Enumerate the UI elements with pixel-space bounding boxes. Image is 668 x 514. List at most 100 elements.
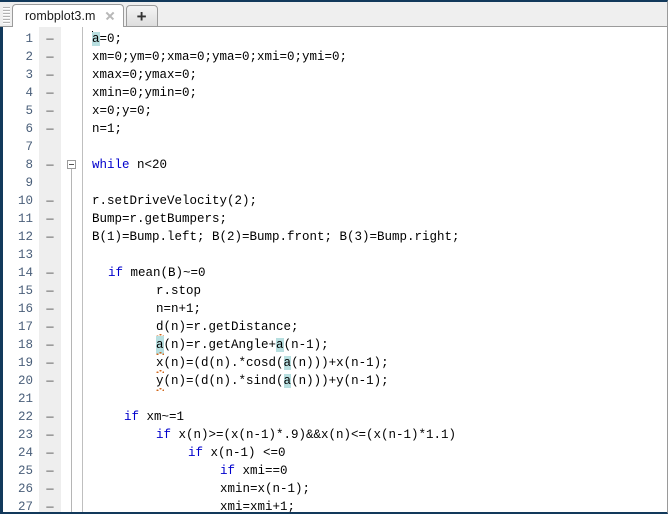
- code-line[interactable]: while n<20: [92, 156, 667, 174]
- code-editor[interactable]: 1 2 3 4 5 6 7 8 9 10 11 12 13 14 15 16 17 18 19 20 21 22 23 24 2…: [0, 27, 667, 514]
- line-number: 24: [17, 446, 33, 460]
- executable-line-marker[interactable]: —: [39, 354, 61, 372]
- executable-line-marker[interactable]: —: [39, 228, 61, 246]
- line-number: 14: [17, 266, 33, 280]
- executable-line-marker[interactable]: [39, 138, 61, 156]
- line-number: 18: [17, 338, 33, 352]
- line-number: 25: [17, 464, 33, 478]
- executable-line-marker[interactable]: —: [39, 282, 61, 300]
- code-text-area[interactable]: a=0; xm=0;ym=0;xma=0;yma=0;xmi=0;ymi=0; xm…: [83, 27, 667, 512]
- executable-line-marker[interactable]: —: [39, 300, 61, 318]
- code-line[interactable]: a(n)=r.getAngle+a(n-1);: [92, 336, 667, 355]
- code-line[interactable]: n=n+1;: [92, 300, 667, 318]
- code-line[interactable]: r.setDriveVelocity(2);: [92, 192, 667, 210]
- line-number: 27: [17, 500, 33, 514]
- executable-line-marker[interactable]: —: [39, 480, 61, 498]
- close-icon[interactable]: [104, 10, 116, 22]
- code-line[interactable]: x(n)=(d(n).*cosd(a(n)))+x(n-1);: [92, 354, 667, 373]
- executable-line-marker[interactable]: —: [39, 210, 61, 228]
- fold-slot: [61, 84, 82, 102]
- code-line[interactable]: if mean(B)~=0: [92, 264, 667, 282]
- line-number: 8: [25, 158, 33, 172]
- drag-grip-icon[interactable]: [1, 4, 12, 26]
- executable-line-marker[interactable]: —: [39, 444, 61, 462]
- code-line[interactable]: xmi=xmi+1;: [92, 498, 667, 512]
- line-number: 22: [17, 410, 33, 424]
- code-line[interactable]: [92, 246, 667, 264]
- code-line[interactable]: B(1)=Bump.left; B(2)=Bump.front; B(3)=Bu…: [92, 228, 667, 246]
- code-line[interactable]: if x(n)>=(x(n-1)*.9)&&x(n)<=(x(n-1)*1.1): [92, 426, 667, 444]
- line-number: 2: [25, 50, 33, 64]
- executable-line-marker[interactable]: —: [39, 498, 61, 512]
- plus-icon: +: [136, 6, 147, 26]
- code-line[interactable]: xmin=0;ymin=0;: [92, 84, 667, 102]
- line-number: 10: [17, 194, 33, 208]
- fold-slot: [61, 66, 82, 84]
- line-number: 6: [25, 122, 33, 136]
- line-number: 23: [17, 428, 33, 442]
- code-line[interactable]: [92, 390, 667, 408]
- line-number: 19: [17, 356, 33, 370]
- line-number: 5: [25, 104, 33, 118]
- executable-line-marker[interactable]: —: [39, 462, 61, 480]
- code-line[interactable]: [92, 138, 667, 156]
- new-tab-button[interactable]: +: [125, 5, 158, 26]
- code-line[interactable]: Bump=r.getBumpers;: [92, 210, 667, 228]
- line-number: 16: [17, 302, 33, 316]
- line-number: 11: [17, 212, 33, 226]
- matlab-editor-window: rombplot3.m + 1 2 3 4 5 6 7 8 9 10 11 12 13 14 15 16 17 1…: [0, 0, 668, 514]
- executable-line-marker[interactable]: —: [39, 30, 61, 48]
- line-number: 15: [17, 284, 33, 298]
- line-number: 13: [17, 248, 33, 262]
- executable-line-marker[interactable]: [39, 390, 61, 408]
- line-number: 26: [17, 482, 33, 496]
- executable-line-marker[interactable]: —: [39, 48, 61, 66]
- code-line[interactable]: d(n)=r.getDistance;: [92, 318, 667, 337]
- code-line[interactable]: r.stop: [92, 282, 667, 300]
- line-number: 4: [25, 86, 33, 100]
- executable-line-marker[interactable]: —: [39, 102, 61, 120]
- code-line[interactable]: if x(n-1) <=0: [92, 444, 667, 462]
- executable-line-marker[interactable]: —: [39, 336, 61, 354]
- code-line[interactable]: xmin=x(n-1);: [92, 480, 667, 498]
- executable-line-marker[interactable]: —: [39, 66, 61, 84]
- line-number: 3: [25, 68, 33, 82]
- tab-strip-filler: [158, 25, 667, 26]
- fold-slot: [61, 48, 82, 66]
- line-number-gutter: 1 2 3 4 5 6 7 8 9 10 11 12 13 14 15 16 17 18 19 20 21 22 23 24 2…: [3, 27, 39, 514]
- executable-line-marker[interactable]: —: [39, 426, 61, 444]
- code-line[interactable]: x=0;y=0;: [92, 102, 667, 120]
- fold-slot: [61, 30, 82, 48]
- code-line[interactable]: xm=0;ym=0;xma=0;yma=0;xmi=0;ymi=0;: [92, 48, 667, 66]
- fold-slot: [61, 138, 82, 156]
- executable-line-marker[interactable]: —: [39, 156, 61, 174]
- editor-tab-rombplot3[interactable]: rombplot3.m: [12, 4, 124, 27]
- code-line[interactable]: a=0;: [92, 30, 667, 48]
- executable-line-marker[interactable]: [39, 174, 61, 192]
- editor-tab-label: rombplot3.m: [25, 9, 96, 23]
- executable-line-marker[interactable]: [39, 246, 61, 264]
- line-number: 17: [17, 320, 33, 334]
- line-number: 12: [17, 230, 33, 244]
- executable-line-marker[interactable]: —: [39, 408, 61, 426]
- line-number: 9: [25, 176, 33, 190]
- line-number: 1: [25, 32, 33, 46]
- code-line[interactable]: if xmi==0: [92, 462, 667, 480]
- executable-line-marker[interactable]: —: [39, 192, 61, 210]
- code-line[interactable]: n=1;: [92, 120, 667, 138]
- executable-line-marker[interactable]: —: [39, 120, 61, 138]
- code-line[interactable]: xmax=0;ymax=0;: [92, 66, 667, 84]
- code-line[interactable]: y(n)=(d(n).*sind(a(n)))+y(n-1);: [92, 372, 667, 391]
- executable-line-marker[interactable]: —: [39, 318, 61, 336]
- executable-line-marker[interactable]: —: [39, 372, 61, 390]
- code-line[interactable]: [92, 174, 667, 192]
- line-number: 7: [25, 140, 33, 154]
- fold-slot: [61, 102, 82, 120]
- executable-line-marker[interactable]: —: [39, 264, 61, 282]
- code-line[interactable]: if xm~=1: [92, 408, 667, 426]
- executable-line-marker[interactable]: —: [39, 84, 61, 102]
- breakpoint-gutter[interactable]: — — — — — — — — — — — — — — — — — — — — — — —: [39, 27, 61, 512]
- code-fold-gutter[interactable]: [61, 27, 83, 512]
- fold-collapse-icon[interactable]: [67, 160, 76, 169]
- line-number: 20: [17, 374, 33, 388]
